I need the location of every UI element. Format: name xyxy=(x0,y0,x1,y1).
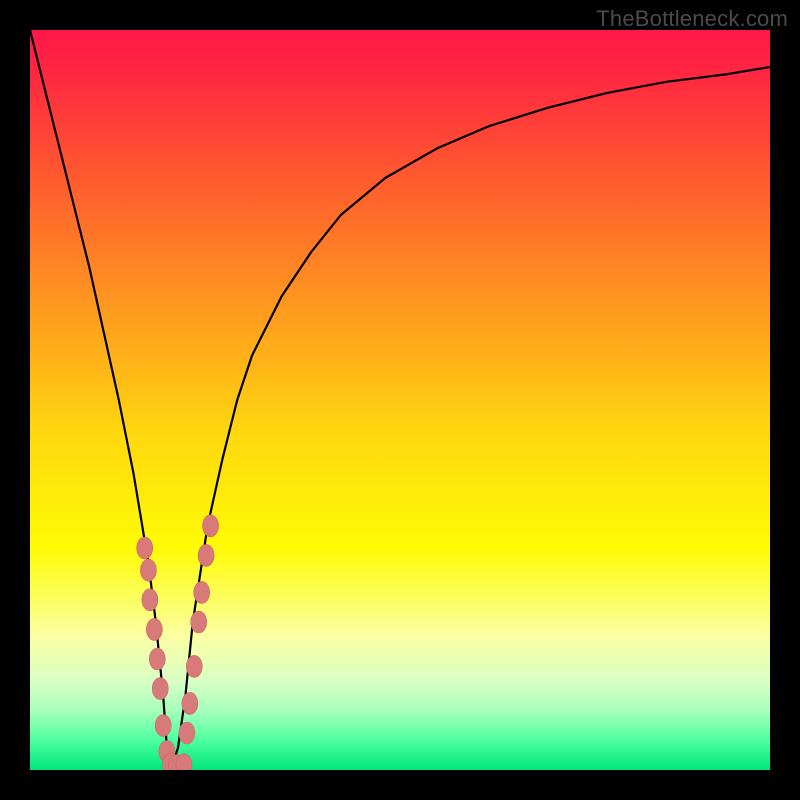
marker-point xyxy=(140,559,156,581)
marker-point xyxy=(186,655,202,677)
marker-point xyxy=(194,581,210,603)
marker-point xyxy=(198,544,214,566)
marker-point xyxy=(149,648,165,670)
marker-point xyxy=(137,537,153,559)
marker-point xyxy=(146,618,162,640)
marker-point xyxy=(142,589,158,611)
marker-point xyxy=(179,722,195,744)
chart-frame: TheBottleneck.com xyxy=(0,0,800,800)
marker-point xyxy=(191,611,207,633)
plot-area xyxy=(30,30,770,770)
watermark: TheBottleneck.com xyxy=(596,6,788,32)
gradient-background xyxy=(30,30,770,770)
marker-point xyxy=(182,692,198,714)
marker-point xyxy=(155,715,171,737)
marker-point xyxy=(203,515,219,537)
marker-point xyxy=(152,678,168,700)
chart-svg xyxy=(30,30,770,770)
